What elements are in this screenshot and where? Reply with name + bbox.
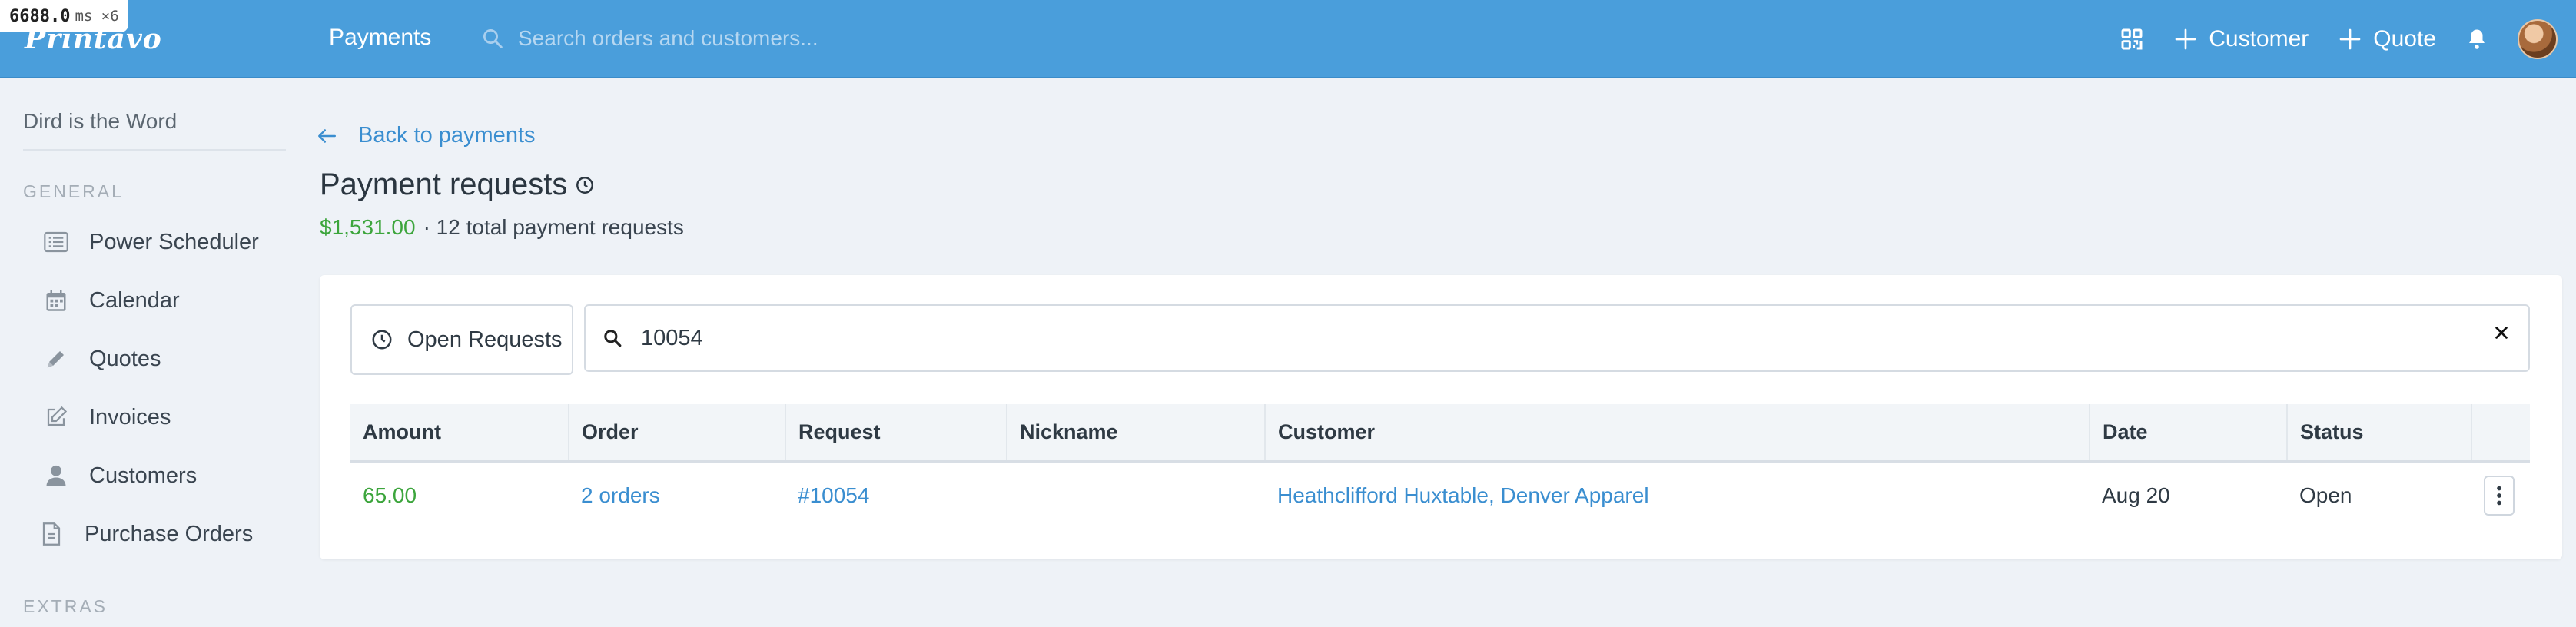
column-header-amount[interactable]: Amount — [350, 404, 569, 463]
search-icon — [604, 330, 622, 347]
payment-search-value[interactable]: 10054 — [641, 326, 703, 351]
page-title-text: Payment requests — [320, 168, 568, 201]
user-icon — [46, 465, 66, 486]
payment-requests-card: Open Requests 10054 Amount Order Request… — [320, 275, 2562, 559]
add-quote-button[interactable]: Quote — [2338, 26, 2436, 52]
close-icon[interactable] — [2493, 324, 2510, 341]
user-avatar[interactable] — [2518, 19, 2558, 59]
perf-value: 6688.0 — [9, 6, 71, 26]
edit-icon — [47, 406, 68, 426]
sidebar-item-calendar[interactable]: Calendar — [43, 287, 180, 314]
sidebar-heading-general: GENERAL — [23, 181, 124, 201]
global-search-placeholder[interactable]: Search orders and customers... — [518, 26, 818, 51]
sidebar-item-label: Customers — [89, 463, 198, 488]
page-title: Payment requests — [320, 168, 595, 202]
clock-icon[interactable] — [575, 175, 595, 195]
pencil-icon — [47, 351, 64, 368]
column-header-order[interactable]: Order — [569, 404, 786, 463]
payment-search-field[interactable]: 10054 — [584, 304, 2530, 372]
global-search[interactable]: Search orders and customers... — [481, 23, 1173, 54]
qr-code-icon[interactable] — [2120, 27, 2144, 51]
list-icon — [44, 231, 68, 253]
calendar-icon — [46, 290, 66, 311]
cell-actions — [2471, 461, 2530, 529]
sidebar: Dird is the Word GENERAL Power Scheduler… — [0, 78, 300, 627]
sidebar-item-label: Power Scheduler — [89, 229, 259, 254]
table-header-row: Amount Order Request Nickname Customer D… — [350, 404, 2530, 463]
row-actions-button[interactable] — [2484, 475, 2515, 516]
sidebar-heading-extras: EXTRAS — [23, 596, 108, 616]
cell-status: Open — [2299, 483, 2352, 507]
sidebar-item-label: Quotes — [89, 346, 161, 371]
sidebar-item-quotes[interactable]: Quotes — [43, 346, 161, 372]
add-customer-button[interactable]: Customer — [2173, 26, 2309, 52]
column-header-customer[interactable]: Customer — [1265, 404, 2090, 463]
cell-nickname — [1007, 461, 1265, 529]
cell-date: Aug 20 — [2102, 483, 2170, 507]
sidebar-item-power-scheduler[interactable]: Power Scheduler — [43, 229, 259, 255]
add-quote-label: Quote — [2373, 26, 2436, 51]
more-vertical-icon — [2497, 486, 2501, 506]
total-requests-text: · 12 total payment requests — [423, 215, 684, 239]
sidebar-divider — [23, 149, 286, 151]
sidebar-item-label: Purchase Orders — [85, 521, 254, 546]
clock-icon — [372, 330, 392, 350]
column-header-date[interactable]: Date — [2090, 404, 2288, 463]
nav-payments-link[interactable]: Payments — [329, 25, 431, 51]
plus-icon — [2339, 28, 2361, 50]
sidebar-item-label: Calendar — [89, 287, 180, 313]
perf-unit: ms ×6 — [75, 8, 119, 25]
add-customer-label: Customer — [2209, 26, 2309, 51]
bell-icon[interactable] — [2465, 27, 2488, 51]
column-header-request[interactable]: Request — [785, 404, 1007, 463]
open-requests-filter-button[interactable]: Open Requests — [350, 304, 573, 375]
payment-requests-table: Amount Order Request Nickname Customer D… — [350, 404, 2530, 529]
sidebar-item-purchase-orders[interactable]: Purchase Orders — [38, 521, 253, 547]
column-header-actions — [2471, 404, 2530, 463]
column-header-nickname[interactable]: Nickname — [1007, 404, 1266, 463]
sidebar-item-label: Invoices — [89, 404, 171, 430]
perf-badge: 6688.0 ms ×6 — [0, 0, 128, 32]
sidebar-item-invoices[interactable]: Invoices — [43, 404, 171, 430]
arrow-left-icon — [318, 128, 337, 143]
table-row: 65.00 2 orders #10054 Heathclifford Huxt… — [350, 461, 2530, 529]
payments-summary: $1,531.00 · 12 total payment requests — [320, 215, 684, 240]
organization-name[interactable]: Dird is the Word — [23, 109, 177, 134]
cell-amount: 65.00 — [363, 483, 417, 507]
cell-order-link[interactable]: 2 orders — [569, 461, 785, 529]
back-link-label: Back to payments — [358, 123, 536, 148]
search-icon — [483, 29, 503, 48]
column-header-status[interactable]: Status — [2287, 404, 2472, 463]
cell-request-link[interactable]: #10054 — [785, 461, 1007, 529]
sidebar-item-customers[interactable]: Customers — [43, 463, 197, 489]
filter-label: Open Requests — [407, 327, 563, 352]
document-icon — [42, 522, 61, 546]
total-amount: $1,531.00 — [320, 215, 416, 239]
cell-customer-link[interactable]: Heathclifford Huxtable, Denver Apparel — [1265, 461, 2090, 529]
back-to-payments-link[interactable]: Back to payments — [317, 123, 536, 148]
plus-icon — [2175, 28, 2196, 50]
top-navbar: Printavo Payments Search orders and cust… — [0, 0, 2576, 78]
